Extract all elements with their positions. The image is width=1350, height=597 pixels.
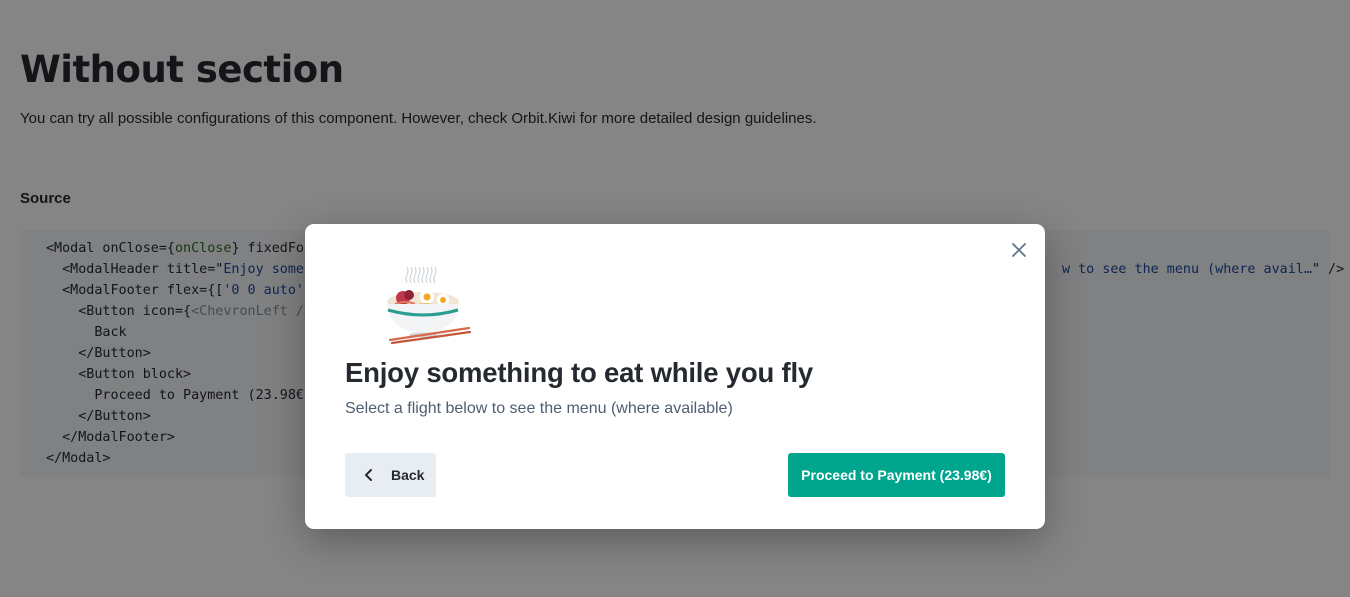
chevron-left-icon: [365, 469, 372, 481]
back-button[interactable]: Back: [345, 453, 436, 497]
food-bowl-illustration: [387, 266, 472, 344]
proceed-to-payment-button[interactable]: Proceed to Payment (23.98€): [788, 453, 1005, 497]
close-button[interactable]: [1007, 238, 1031, 262]
modal-description: Select a flight below to see the menu (w…: [345, 400, 733, 417]
modal-title: Enjoy something to eat while you fly: [345, 357, 813, 388]
back-button-label: Back: [391, 467, 425, 483]
proceed-button-label: Proceed to Payment (23.98€): [801, 467, 992, 483]
close-icon: [1012, 243, 1026, 257]
modal-dialog: Enjoy something to eat while you fly Sel…: [305, 224, 1045, 529]
